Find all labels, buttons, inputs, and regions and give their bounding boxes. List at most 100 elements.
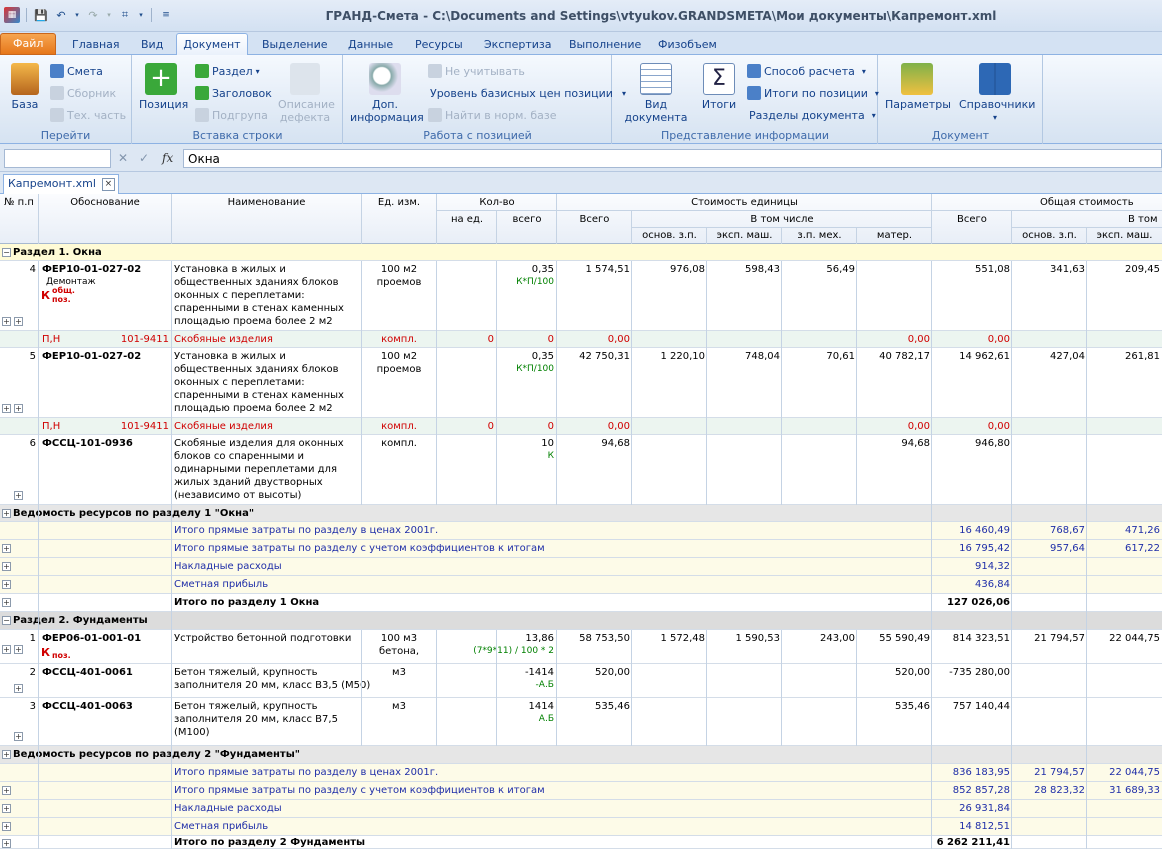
subgroup-button[interactable]: Подгрупа xyxy=(195,107,268,123)
defect-description-button[interactable]: Описание дефекта xyxy=(278,63,335,124)
col-incl[interactable]: В том числе xyxy=(632,214,932,226)
tab-selection[interactable]: Выделение xyxy=(256,36,334,55)
tab-home[interactable]: Главная xyxy=(66,36,126,55)
table-row[interactable]: 5 ФЕР10-01-027-02 Установка в жилых и об… xyxy=(0,348,1162,418)
tech-part-button[interactable]: Тех. часть xyxy=(50,107,126,123)
formula-input[interactable]: Окна xyxy=(183,149,1162,168)
col-mater[interactable]: матер. xyxy=(857,230,932,242)
table-row[interactable]: 3 ФССЦ-401-0063 Бетон тяжелый, крупность… xyxy=(0,698,1162,746)
tab-resources[interactable]: Ресурсы xyxy=(409,36,469,55)
close-icon[interactable]: × xyxy=(101,178,115,191)
document-view-button[interactable]: Вид документа xyxy=(619,63,693,124)
expand-icon[interactable]: + xyxy=(14,732,23,741)
col-qty-all[interactable]: всего xyxy=(497,214,557,226)
table-row[interactable]: 6 ФССЦ-101-0936 Скобяные изделия для око… xyxy=(0,435,1162,505)
tab-data[interactable]: Данные xyxy=(342,36,399,55)
expand-icon[interactable]: + xyxy=(2,804,11,813)
undo-dropdown-icon[interactable]: ▾ xyxy=(73,7,81,23)
totals-row[interactable]: Итого прямые затраты по разделу в ценах … xyxy=(0,522,1162,540)
collection-button[interactable]: Сборник xyxy=(50,85,116,101)
expand-icon[interactable]: + xyxy=(2,580,11,589)
resources-row[interactable]: + Ведомость ресурсов по разделу 2 "Фунда… xyxy=(0,746,1162,764)
totals-row[interactable]: + Накладные расходы 914,32 xyxy=(0,558,1162,576)
expand-icon[interactable]: + xyxy=(14,491,23,500)
tab-document[interactable]: Документ xyxy=(176,33,248,56)
expand-icon[interactable]: + xyxy=(2,750,11,759)
cell-name-box[interactable] xyxy=(4,149,111,168)
find-dropdown-icon[interactable]: ▾ xyxy=(137,7,145,23)
expand-icon[interactable]: + xyxy=(14,317,23,326)
function-icon[interactable]: fx xyxy=(162,151,173,165)
expand-icon[interactable]: + xyxy=(2,645,11,654)
expand-icon[interactable]: + xyxy=(14,645,23,654)
resources-row[interactable]: + Ведомость ресурсов по разделу 1 "Окна" xyxy=(0,505,1162,522)
position-button[interactable]: + Позиция xyxy=(139,63,188,111)
totals-row[interactable]: Итого прямые затраты по разделу в ценах … xyxy=(0,764,1162,782)
totals-row[interactable]: + Сметная прибыль 14 812,51 xyxy=(0,818,1162,836)
confirm-icon[interactable]: ✓ xyxy=(139,151,149,165)
col-name[interactable]: Наименование xyxy=(172,197,361,209)
col-unit[interactable]: Ед. изм. xyxy=(362,197,436,209)
totals-row[interactable]: + Накладные расходы 26 931,84 xyxy=(0,800,1162,818)
expand-icon[interactable]: + xyxy=(2,544,11,553)
find-in-base-button[interactable]: Найти в норм. базе xyxy=(428,107,557,123)
col-basis[interactable]: Обоснование xyxy=(39,197,171,209)
base-button[interactable]: База xyxy=(4,63,46,111)
expand-icon[interactable]: + xyxy=(2,562,11,571)
tab-physvolume[interactable]: Физобъем xyxy=(652,36,723,55)
parameters-button[interactable]: Параметры xyxy=(885,63,951,111)
table-row[interactable]: 4 ФЕР10-01-027-02 Демонтаж К общ. поз. У… xyxy=(0,261,1162,331)
col-gen-total[interactable]: Всего xyxy=(932,214,1012,226)
collapse-icon[interactable]: − xyxy=(2,248,11,257)
totals-row[interactable]: + Итого прямые затраты по разделу с учет… xyxy=(0,782,1162,800)
totals-button[interactable]: Σ Итоги xyxy=(699,63,739,111)
expand-icon[interactable]: + xyxy=(2,839,11,848)
document-tab[interactable]: Капремонт.xml × xyxy=(3,174,119,194)
section-row[interactable]: − Раздел 1. Окна xyxy=(0,244,1162,261)
col-qty-per[interactable]: на ед. xyxy=(437,214,497,226)
totals-row[interactable]: + Сметная прибыль 436,84 xyxy=(0,576,1162,594)
col-qty[interactable]: Кол-во xyxy=(437,197,557,209)
expand-icon[interactable]: + xyxy=(2,317,11,326)
tab-expertise[interactable]: Экспертиза xyxy=(478,36,557,55)
col-num[interactable]: № п.п xyxy=(0,197,38,209)
price-level-button[interactable]: Уровень базисных цен позиции ▾ xyxy=(430,85,626,101)
expand-icon[interactable]: + xyxy=(2,786,11,795)
section-total-row[interactable]: + Итого по разделу 2 Фундаменты 6 262 21… xyxy=(0,836,1162,849)
expand-icon[interactable]: + xyxy=(2,509,11,518)
redo-icon[interactable]: ↷ xyxy=(85,7,101,23)
undo-icon[interactable]: ↶ xyxy=(53,7,69,23)
estimate-button[interactable]: Смета xyxy=(50,63,103,79)
col-osn[interactable]: основ. з.п. xyxy=(632,230,707,242)
expand-icon[interactable]: + xyxy=(2,822,11,831)
table-row[interactable]: 1 ФЕР06-01-001-01 К поз. Устройство бето… xyxy=(0,630,1162,664)
col-gen-cost[interactable]: Общая стоимость xyxy=(1040,197,1162,209)
section-button[interactable]: Раздел ▾ xyxy=(195,63,260,79)
doc-sections-button[interactable]: Разделы документа ▾ xyxy=(749,107,876,123)
col-total[interactable]: Всего xyxy=(557,214,632,226)
col-gen-incl[interactable]: В том xyxy=(1128,214,1162,226)
section-total-row[interactable]: + Итого по разделу 1 Окна 127 026,06 xyxy=(0,594,1162,612)
expand-icon[interactable]: + xyxy=(2,404,11,413)
col-zpmeh[interactable]: з.п. мех. xyxy=(782,230,857,242)
totals-row[interactable]: + Итого прямые затраты по разделу с учет… xyxy=(0,540,1162,558)
references-button[interactable]: Справочники ▾ xyxy=(959,63,1035,124)
tab-execution[interactable]: Выполнение xyxy=(563,36,647,55)
col-eksp[interactable]: эксп. маш. xyxy=(707,230,782,242)
calc-method-button[interactable]: Способ расчета ▾ xyxy=(747,63,866,79)
material-row[interactable]: П,Н 101-9411 Скобяные изделия компл. 0 0… xyxy=(0,418,1162,435)
expand-icon[interactable]: + xyxy=(14,404,23,413)
tab-file[interactable]: Файл xyxy=(0,33,56,55)
save-icon[interactable]: 💾 xyxy=(33,7,49,23)
tab-view[interactable]: Вид xyxy=(135,36,169,55)
app-icon[interactable]: ▦ xyxy=(4,7,20,23)
binoculars-icon[interactable]: ⌗ xyxy=(117,7,133,23)
col-gen-eksp[interactable]: эксп. маш. xyxy=(1087,230,1162,242)
extra-info-button[interactable]: Доп. информация xyxy=(350,63,424,124)
cancel-icon[interactable]: ✕ xyxy=(118,151,128,165)
collapse-icon[interactable]: − xyxy=(2,616,11,625)
heading-button[interactable]: Заголовок xyxy=(195,85,272,101)
col-gen-osn[interactable]: основ. з.п. xyxy=(1012,230,1087,242)
material-row[interactable]: П,Н 101-9411 Скобяные изделия компл. 0 0… xyxy=(0,331,1162,348)
col-unit-cost[interactable]: Стоимость единицы xyxy=(557,197,932,209)
